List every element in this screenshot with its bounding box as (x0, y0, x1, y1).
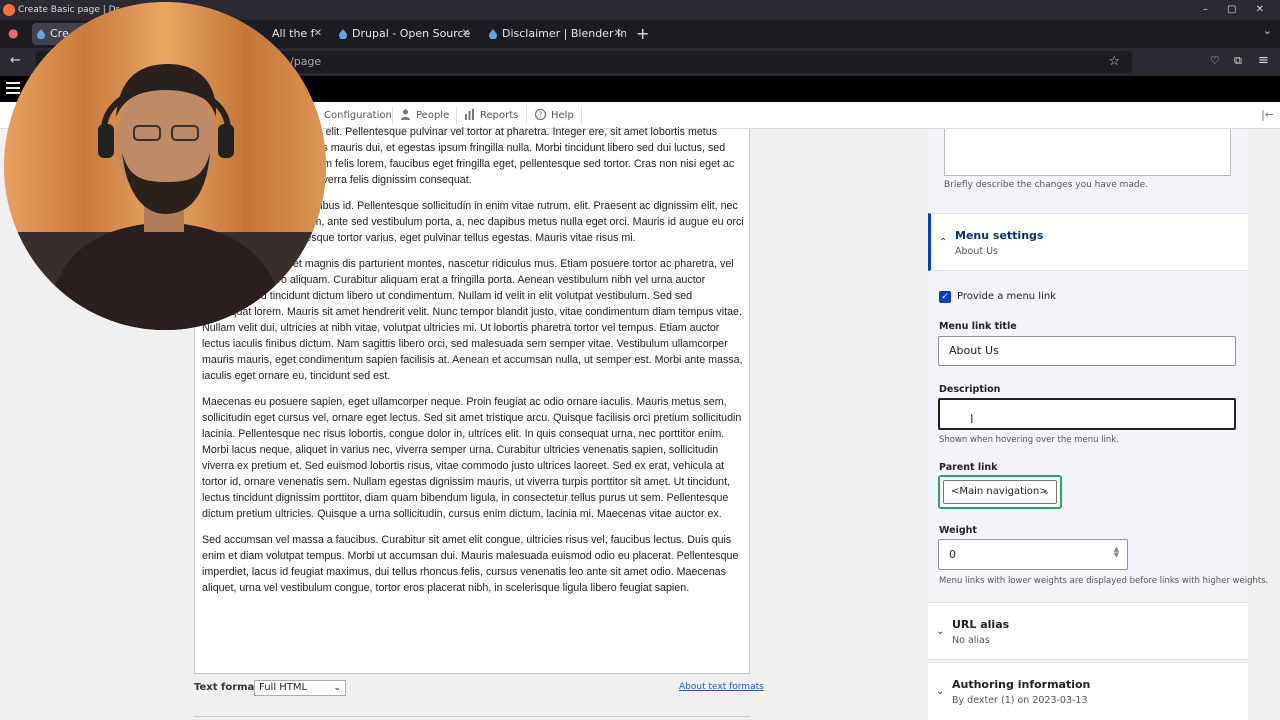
chevron-down-icon: ⌄ (936, 686, 945, 697)
tab-label: Drupal - Open Source C (352, 27, 474, 40)
pocket-icon[interactable]: ♡ (1210, 54, 1220, 68)
url-alias-summary: No alias (952, 635, 990, 646)
provide-menu-link-label: Provide a menu link (957, 291, 1056, 302)
chevron-down-icon: ⌄ (333, 683, 341, 693)
weight-value: 0 (949, 548, 956, 561)
close-tab-icon[interactable]: ✕ (462, 23, 470, 45)
text-cursor-icon: I (970, 412, 974, 426)
text-format-label: Text format (194, 682, 260, 693)
toolbar-orientation-icon[interactable]: |← (1261, 108, 1274, 121)
manage-menu-icon[interactable] (6, 82, 20, 96)
drupal-drop-icon (489, 29, 497, 39)
parent-link-label: Parent link (939, 462, 998, 473)
menu-settings-title: Menu settings (955, 229, 1044, 242)
webcam-overlay (4, 2, 326, 330)
svg-text:?: ? (539, 110, 543, 119)
weight-label: Weight (939, 525, 977, 536)
tab-list-chevron-icon[interactable]: ⌄ (1263, 24, 1272, 37)
help-icon: ? (535, 109, 546, 120)
description-help: Shown when hovering over the menu link. (939, 435, 1119, 445)
person-icon (401, 109, 410, 120)
close-tab-icon[interactable]: ✕ (314, 23, 322, 45)
divider (194, 716, 750, 717)
menu-link-title-input[interactable]: About Us (938, 336, 1236, 366)
authoring-information-title: Authoring information (952, 678, 1091, 691)
tab-drupal-open-source[interactable]: Drupal - Open Source C ✕ (334, 23, 474, 45)
authoring-information-summary: By dexter (1) on 2023-03-13 (952, 695, 1088, 706)
menu-icon[interactable]: ≡ (1258, 54, 1269, 68)
revision-log-help: Briefly describe the changes you have ma… (944, 180, 1149, 190)
weight-help: Menu links with lower weights are displa… (939, 576, 1269, 586)
presenter-video-image (4, 2, 326, 330)
parent-link-value: <Main navigation> (951, 486, 1048, 497)
new-tab-button[interactable]: + (636, 23, 649, 45)
text-format-select[interactable]: Full HTML ⌄ (254, 680, 346, 696)
chevron-down-icon: ⌄ (1042, 487, 1050, 497)
bookmark-star-icon[interactable]: ☆ (1108, 51, 1120, 73)
url-text: /page (290, 55, 322, 68)
parent-link-select[interactable]: <Main navigation> ⌄ (943, 480, 1057, 504)
tab-all-the-features[interactable]: All the f ✕ (270, 23, 326, 45)
container-icon[interactable]: ● (8, 26, 18, 40)
firefox-logo-icon (3, 4, 15, 16)
menu-settings-toggle[interactable]: ⌃ Menu settings About Us (928, 213, 1248, 271)
chevron-down-icon: ⌄ (936, 626, 945, 637)
paragraph: Maecenas eu posuere sapien, eget ullamco… (202, 396, 742, 520)
url-alias-title: URL alias (952, 618, 1010, 631)
window-controls[interactable]: – ▢ ✕ (1203, 0, 1272, 20)
extensions-icon[interactable]: ⧉ (1234, 54, 1242, 68)
revision-log-textarea[interactable] (944, 129, 1231, 176)
provide-menu-link-checkbox[interactable]: ✓ (939, 291, 951, 303)
chevron-up-icon: ⌃ (939, 237, 948, 248)
tab-label: All the f (272, 27, 315, 40)
drupal-drop-icon (339, 29, 347, 39)
number-spinner-icon[interactable]: ▲ ▼ (1114, 546, 1119, 559)
tab-disclaimer-blender[interactable]: Disclaimer | Blender Inc ✕ (484, 23, 626, 45)
paragraph: Sed accumsan vel massa a faucibus. Curab… (202, 534, 739, 594)
parent-link-select-focus-ring: <Main navigation> ⌄ (938, 475, 1062, 509)
back-arrow-icon[interactable]: ← (10, 54, 21, 68)
drupal-drop-icon (37, 29, 45, 39)
menu-link-title-label: Menu link title (939, 321, 1017, 332)
divider (526, 106, 527, 125)
menu-settings-summary: About Us (955, 246, 999, 257)
close-tab-icon[interactable]: ✕ (614, 23, 622, 45)
authoring-information-toggle[interactable]: ⌄ Authoring information By dexter (1) on… (928, 662, 1248, 720)
bar-chart-icon (465, 109, 474, 120)
description-label: Description (939, 384, 1001, 395)
divider (456, 106, 457, 125)
menu-link-title-value: About Us (949, 344, 999, 357)
url-alias-toggle[interactable]: ⌄ URL alias No alias (928, 602, 1248, 660)
about-text-formats-link[interactable]: About text formats (679, 682, 764, 692)
divider (392, 106, 393, 125)
description-input[interactable] (938, 398, 1236, 430)
tab-label: Disclaimer | Blender Inc (502, 27, 626, 40)
weight-input[interactable]: 0 ▲ ▼ (938, 539, 1128, 570)
text-format-value: Full HTML (259, 682, 308, 693)
divider (581, 106, 582, 125)
